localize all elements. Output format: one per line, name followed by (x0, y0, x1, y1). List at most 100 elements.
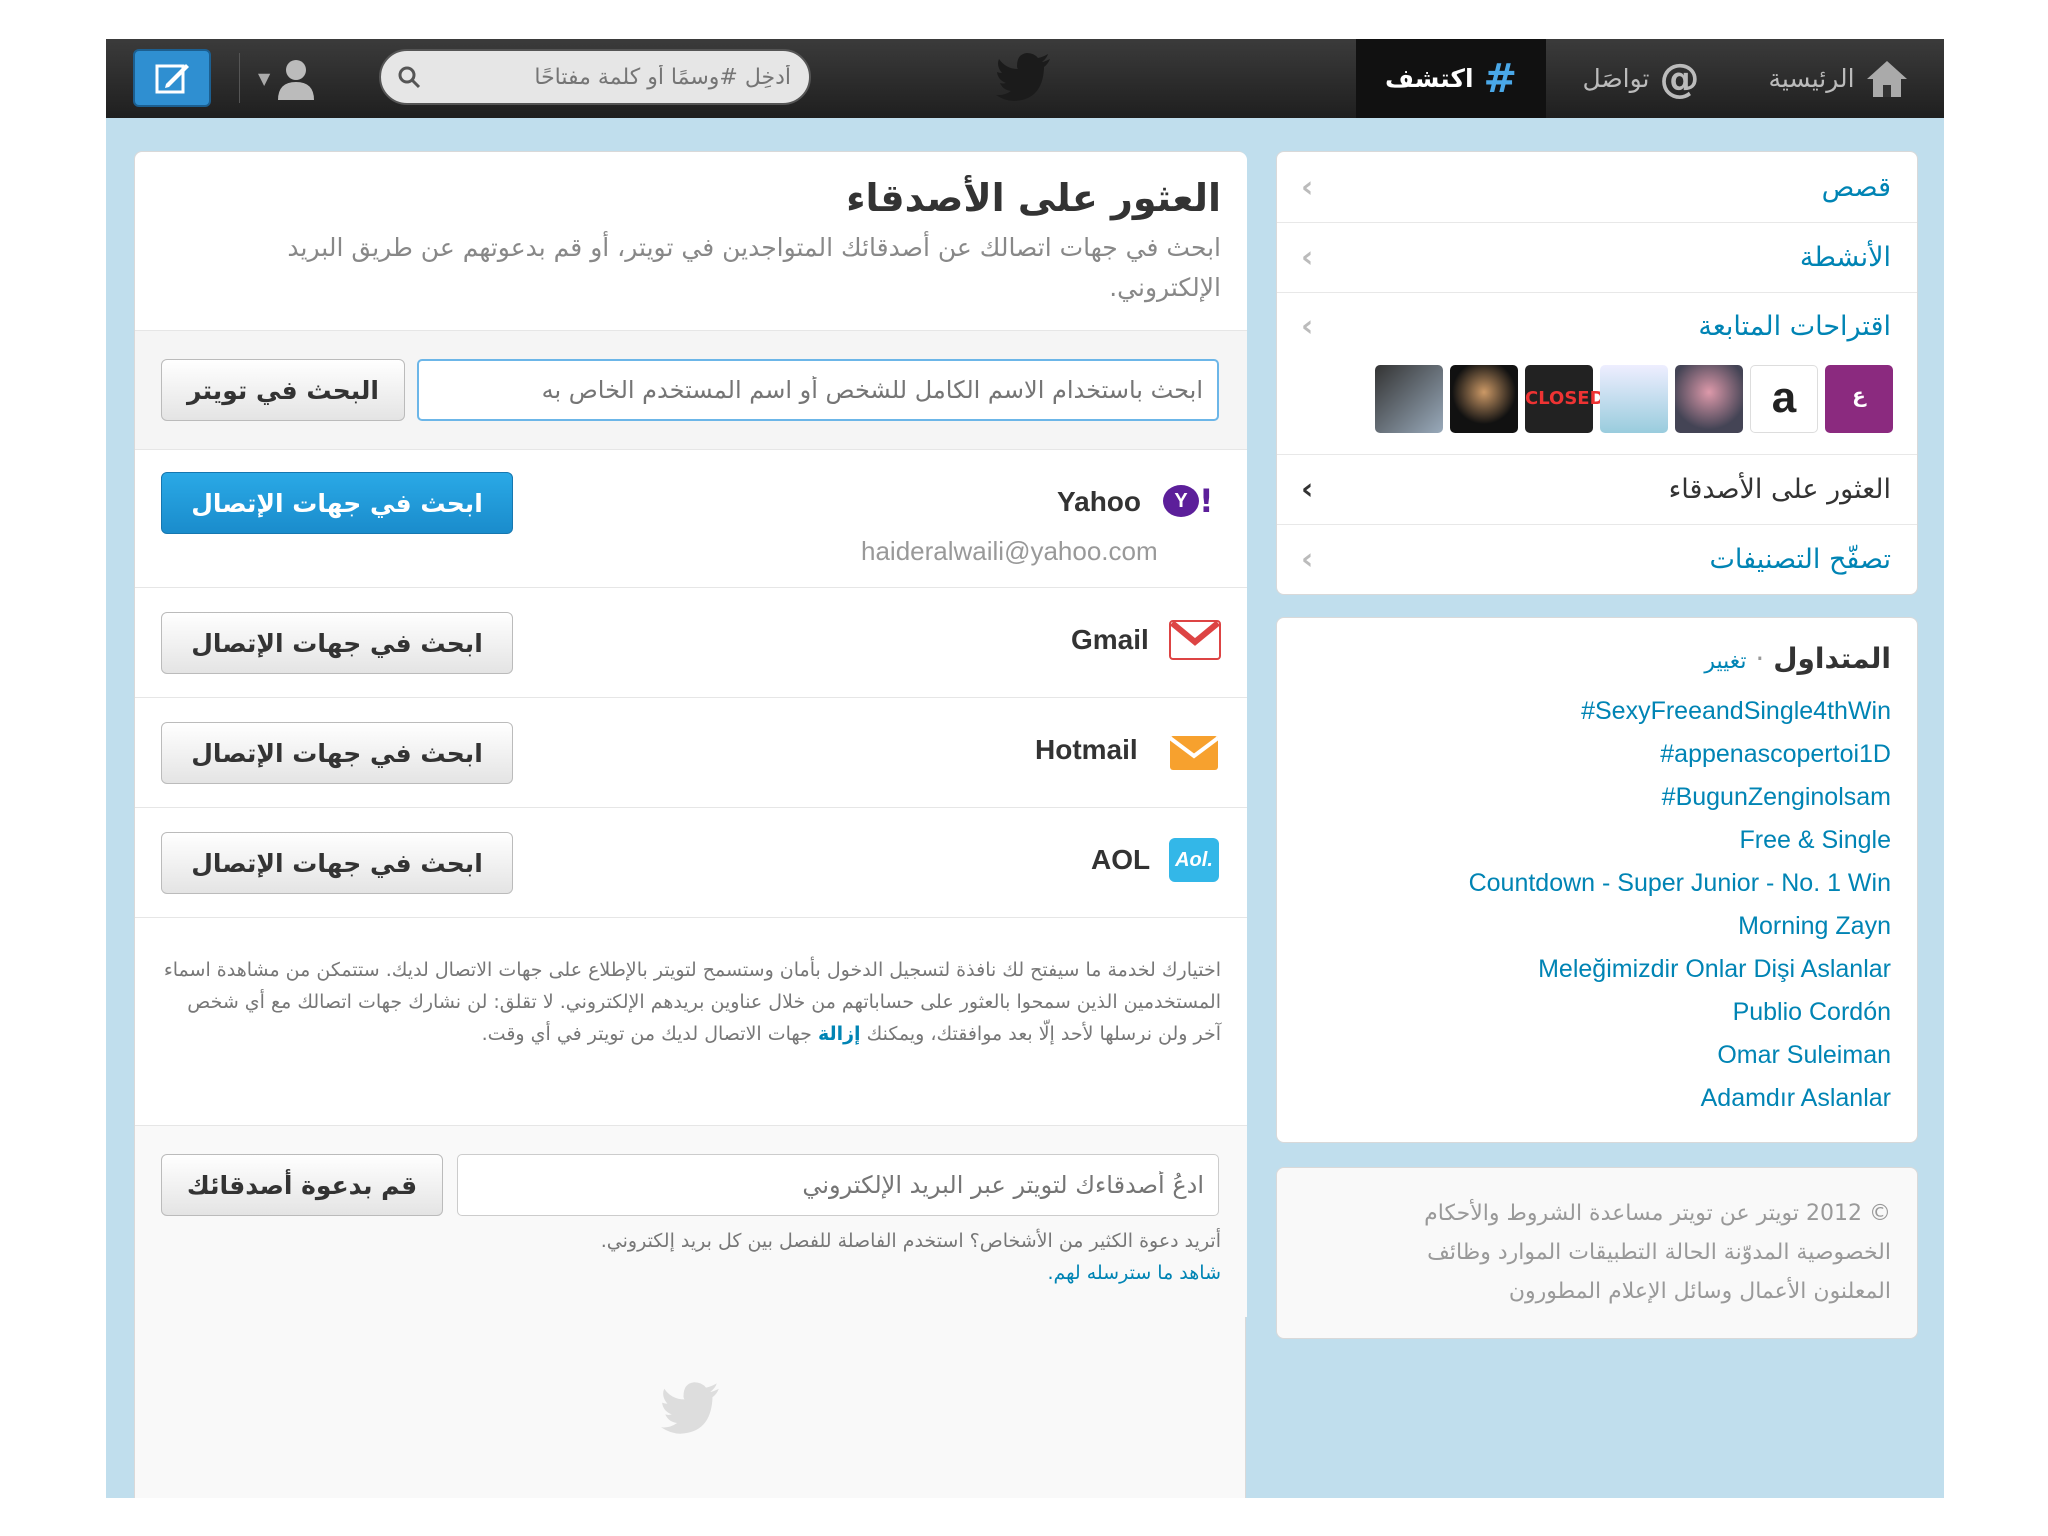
trend-item[interactable]: Meleğimizdir Onlar Dişi Aslanlar (1291, 948, 1891, 991)
panel-header: العثور على الأصدقاء ابحث في جهات اتصالك … (135, 152, 1247, 330)
change-trends-link[interactable]: تغيير (1704, 649, 1746, 674)
at-icon: @ (1659, 55, 1700, 102)
compose-tweet-button[interactable] (133, 49, 211, 107)
nav-connect[interactable]: @ تواصَل (1566, 39, 1716, 118)
service-row-yahoo: ابحث في جهات الإتصال Y! Yahoo haideralwa… (135, 449, 1247, 587)
trend-item[interactable]: Omar Suleiman (1291, 1034, 1891, 1077)
al-arabiya-avatar[interactable]: ع (1825, 365, 1893, 433)
gmail-icon (1169, 620, 1221, 660)
yahoo-find-contacts-button[interactable]: ابحث في جهات الإتصال (161, 472, 513, 534)
avatar[interactable] (1450, 365, 1518, 433)
aol-label: AOL (1091, 844, 1151, 875)
sidebar-item-who-to-follow[interactable]: ‹ اقتراحات المتابعة CLOSED a ع (1277, 292, 1917, 454)
nav-home[interactable]: الرئيسية (1746, 39, 1931, 118)
trends-list: #SexyFreeandSingle4thWin #appenascoperto… (1291, 690, 1891, 1120)
nav-home-label: الرئيسية (1768, 64, 1855, 93)
divider (239, 53, 240, 103)
nav-connect-label: تواصَل (1582, 64, 1650, 93)
hashtag-icon: # (1483, 55, 1518, 102)
trend-item[interactable]: Publio Cordón (1291, 991, 1891, 1034)
avatar[interactable] (1375, 365, 1443, 433)
amazon-avatar[interactable]: a (1750, 365, 1818, 433)
twitter-bird-watermark-icon (661, 1382, 719, 1434)
friend-search-input[interactable] (417, 359, 1219, 421)
footer-panel: © 2012 تويتر عن تويتر مساعدة الشروط والأ… (1276, 1167, 1918, 1339)
trends-panel: المتداول · تغيير #SexyFreeandSingle4thWi… (1276, 617, 1918, 1143)
page-title: العثور على الأصدقاء (846, 176, 1221, 220)
sidebar-item-label: الأنشطة (1799, 242, 1891, 273)
sidebar-item-label: قصص (1821, 171, 1891, 203)
yahoo-label: Yahoo (1057, 486, 1142, 517)
trend-item[interactable]: Free & Single (1291, 819, 1891, 862)
sidebar-item-label: تصفّح التصنيفات (1709, 544, 1892, 575)
footer-line-3[interactable]: المعلنون الأعمال وسائل الإعلام المطورون (1291, 1272, 1891, 1311)
service-row-hotmail: ابحث في جهات الإتصال Hotmail (135, 697, 1247, 807)
disclaimer-text: اختيارك لخدمة ما سيفتح لك نافذة لتسجيل ا… (161, 954, 1221, 1050)
trend-item[interactable]: #appenascopertoi1D (1291, 733, 1891, 776)
find-friends-panel: العثور على الأصدقاء ابحث في جهات اتصالك … (134, 151, 1247, 1498)
aol-icon: Aol. (1169, 838, 1219, 882)
trend-item[interactable]: Adamdır Aslanlar (1291, 1077, 1891, 1120)
invite-preview-link[interactable]: شاهد ما سترسله لهم. (1047, 1262, 1221, 1284)
invite-friends-button[interactable]: قم بدعوة أصدقائك (161, 1154, 443, 1216)
page-subtitle: ابحث في جهات اتصالك عن أصدقائك المتواجدي… (287, 233, 1221, 302)
remove-contacts-link[interactable]: إزالة (818, 1023, 861, 1045)
gmail-label: Gmail (1071, 624, 1149, 655)
home-icon (1866, 60, 1907, 97)
hotmail-icon (1169, 736, 1219, 770)
service-row-aol: ابحث في جهات الإتصال Aol. AOL (135, 807, 1247, 917)
search-twitter-button[interactable]: البحث في تويتر (161, 359, 405, 421)
invite-hint: أتريد دعوة الكثير من الأشخاص؟ استخدم الف… (600, 1230, 1221, 1252)
chevron-left-icon: ‹ (1301, 309, 1314, 344)
bullet: · (1746, 642, 1765, 675)
sidebar-item-browse-categories[interactable]: ‹ تصفّح التصنيفات (1277, 524, 1917, 594)
gmail-find-contacts-button[interactable]: ابحث في جهات الإتصال (161, 612, 513, 674)
yahoo-account-email: haideralwaili@yahoo.com (861, 536, 1158, 566)
friend-search-row: البحث في تويتر (135, 330, 1247, 449)
trend-item[interactable]: #BugunZenginolsam (1291, 776, 1891, 819)
trend-item[interactable]: Morning Zayn (1291, 905, 1891, 948)
trend-item[interactable]: Countdown - Super Junior - No. 1 Win (1291, 862, 1891, 905)
yahoo-logo-icon: Y! (1163, 482, 1219, 520)
privacy-disclaimer: اختيارك لخدمة ما سيفتح لك نافذة لتسجيل ا… (135, 917, 1247, 1125)
trends-header: المتداول · تغيير (1704, 642, 1891, 675)
twitter-bird-logo (996, 53, 1050, 101)
avatar[interactable] (1600, 365, 1668, 433)
chevron-down-icon: ▼ (258, 68, 271, 88)
user-icon (278, 60, 315, 100)
avatar[interactable]: CLOSED (1525, 365, 1605, 433)
top-navigation-bar: ▼ # اكتشف @ تواصَل (106, 39, 1944, 118)
sidebar-item-activity[interactable]: ‹ الأنشطة (1277, 222, 1917, 292)
nav-discover[interactable]: # اكتشف (1356, 39, 1546, 118)
chevron-left-icon: ‹ (1301, 169, 1314, 205)
trend-item[interactable]: #SexyFreeandSingle4thWin (1291, 690, 1891, 733)
disclaimer-tail: جهات الاتصال لديك من تويتر في أي وقت. (481, 1023, 812, 1045)
trends-title: المتداول (1773, 642, 1891, 675)
compose-icon (155, 64, 189, 94)
suggestion-avatars: CLOSED a ع (1375, 365, 1895, 433)
sidebar-item-label: اقتراحات المتابعة (1698, 311, 1891, 342)
hotmail-label: Hotmail (1035, 734, 1138, 765)
account-menu[interactable]: ▼ (258, 53, 338, 103)
footer-links[interactable]: © 2012 تويتر عن تويتر مساعدة الشروط والأ… (1291, 1194, 1891, 1311)
page: ▼ # اكتشف @ تواصَل (106, 39, 1944, 1498)
search-input[interactable] (441, 51, 801, 103)
service-row-gmail: ابحث في جهات الإتصال Gmail (135, 587, 1247, 697)
chevron-left-icon: ‹ (1301, 472, 1314, 507)
sidebar-item-find-friends[interactable]: ‹ العثور على الأصدقاء (1277, 454, 1917, 524)
hotmail-find-contacts-button[interactable]: ابحث في جهات الإتصال (161, 722, 513, 784)
avatar[interactable] (1675, 365, 1743, 433)
chevron-left-icon: ‹ (1301, 542, 1314, 577)
invite-email-input[interactable] (457, 1154, 1219, 1216)
footer-line-2[interactable]: الخصوصية المدوّنة الحالة التطبيقات الموا… (1291, 1233, 1891, 1272)
sidebar-item-label: العثور على الأصدقاء (1668, 474, 1891, 505)
nav-discover-label: اكتشف (1384, 64, 1474, 93)
chevron-left-icon: ‹ (1301, 240, 1314, 275)
search-box[interactable] (379, 49, 811, 105)
aol-find-contacts-button[interactable]: ابحث في جهات الإتصال (161, 832, 513, 894)
sidebar-item-stories[interactable]: ‹ قصص (1277, 152, 1917, 222)
search-icon (398, 66, 421, 89)
discover-sidebar: ‹ قصص ‹ الأنشطة ‹ اقتراحات المتابعة CLOS… (1276, 151, 1918, 595)
footer-line-1[interactable]: © 2012 تويتر عن تويتر مساعدة الشروط والأ… (1291, 1194, 1891, 1233)
invite-friends-row: قم بدعوة أصدقائك أتريد دعوة الكثير من ال… (135, 1125, 1247, 1317)
